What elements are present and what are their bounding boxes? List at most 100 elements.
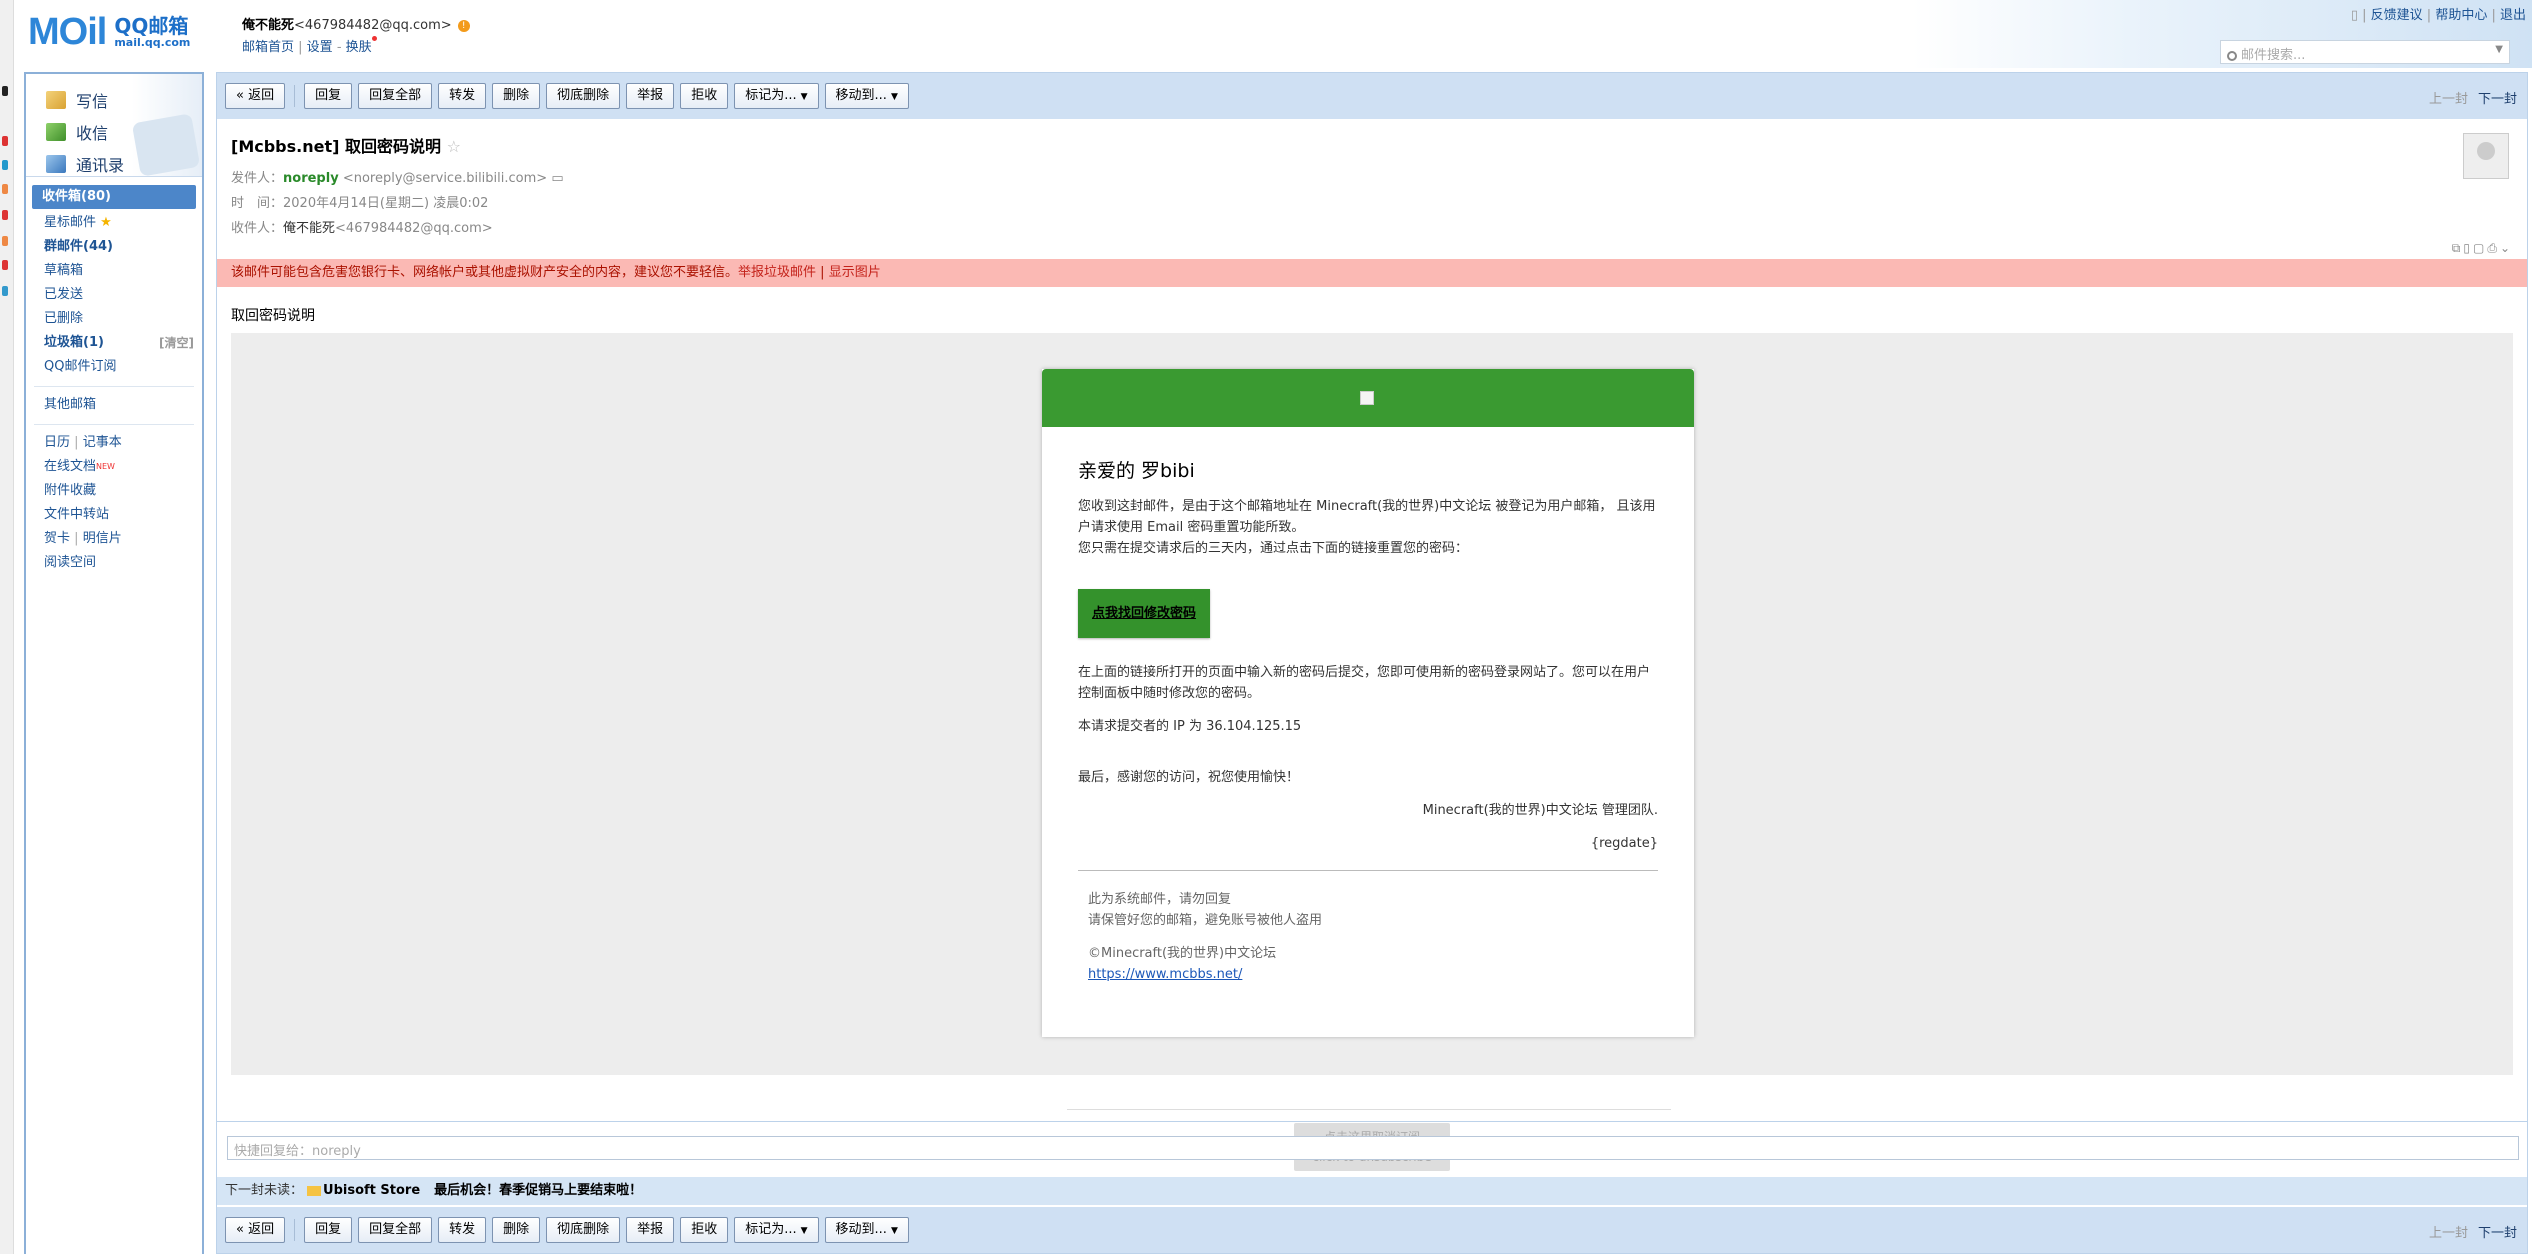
reply-button[interactable]: 回复 [304, 1217, 353, 1243]
next-unread-sender[interactable]: Ubisoft Store [323, 1183, 420, 1198]
other-mailboxes[interactable]: 其他邮箱 [26, 393, 202, 417]
recipient-name[interactable]: 俺不能死 [283, 221, 335, 236]
next-unread-label: 下一封未读： [225, 1183, 304, 1198]
attachment-favorites-link[interactable]: 附件收藏 [26, 479, 202, 503]
logo-title: QQ邮箱 [114, 13, 189, 38]
contact-card-icon[interactable]: ▭ [551, 171, 563, 186]
inbox-icon [46, 123, 66, 141]
move-to-dropdown[interactable]: 移动到... ▼ [824, 83, 909, 109]
move-to-dropdown[interactable]: 移动到... ▼ [824, 1217, 909, 1243]
sender-address: <noreply@service.bilibili.com> [342, 171, 548, 186]
report-button[interactable]: 举报 [626, 1217, 675, 1243]
folder-sent[interactable]: 已发送 [26, 283, 202, 307]
notes-link[interactable]: 记事本 [83, 435, 122, 450]
footer-note-1: 此为系统邮件，请勿回复 [1088, 892, 1232, 907]
sender-line: 发件人：noreply <noreply@service.bilibili.co… [231, 167, 2513, 186]
quick-actions: 写信 收信 通讯录 [26, 74, 202, 177]
email-canvas: 亲爱的 罗bibi 您收到这封邮件，是由于这个邮箱地址在 Minecraft(我… [231, 333, 2513, 1075]
chevron-down-icon: ▼ [890, 92, 898, 102]
email-footer: 此为系统邮件，请勿回复 请保管好您的邮箱，避免账号被他人盗用 ©Minecraf… [1078, 889, 1658, 985]
bottom-toolbar: « 返回 回复 回复全部 转发 删除 彻底删除 举报 拒收 标记为... ▼ 移动… [217, 1207, 2527, 1253]
delete-button[interactable]: 删除 [492, 1217, 541, 1243]
mark-as-dropdown[interactable]: 标记为... ▼ [734, 1217, 819, 1243]
new-window-icon[interactable]: ⧉ [2452, 241, 2464, 255]
mark-as-dropdown[interactable]: 标记为... ▼ [734, 83, 819, 109]
star-outline-icon[interactable]: ☆ [447, 137, 461, 156]
quick-reply-input[interactable]: 快捷回复给：noreply [227, 1136, 2519, 1160]
delete-permanently-button[interactable]: 彻底删除 [546, 1217, 621, 1243]
next-mail-link[interactable]: 下一封 [2478, 1226, 2517, 1241]
folder-group-mail[interactable]: 群邮件(44) [26, 235, 202, 259]
email-signature: Minecraft(我的世界)中文论坛 管理团队. [1422, 803, 1658, 818]
reject-button[interactable]: 拒收 [680, 1217, 729, 1243]
mcbbs-url-link[interactable]: https://www.mcbbs.net/ [1088, 967, 1242, 982]
next-unread-subject[interactable]: 最后机会！春季促销马上要结束啦！ [434, 1183, 642, 1198]
folder-deleted[interactable]: 已删除 [26, 307, 202, 331]
delete-button[interactable]: 删除 [492, 83, 541, 109]
forward-button[interactable]: 转发 [438, 83, 487, 109]
empty-spam-link[interactable]: [清空] [159, 331, 194, 355]
qq-mail-logo[interactable]: MOil QQ邮箱 mail.qq.com [28, 10, 190, 54]
postcard-link[interactable]: 明信片 [83, 531, 122, 546]
tool-cards-row: 贺卡 | 明信片 [44, 531, 122, 546]
mail-body: 取回密码说明 亲爱的 罗bibi 您收到这封邮件，是由于这个邮箱地址在 Mine… [217, 287, 2527, 1075]
report-button[interactable]: 举报 [626, 83, 675, 109]
reply-button[interactable]: 回复 [304, 83, 353, 109]
show-images-link[interactable]: 显示图片 [829, 265, 881, 280]
reject-button[interactable]: 拒收 [680, 83, 729, 109]
greeting-card-link[interactable]: 贺卡 [44, 531, 70, 546]
compose-button[interactable]: 写信 [46, 84, 202, 116]
phone-icon[interactable]: ▯ [2351, 8, 2358, 23]
top-links: ▯ | 反馈建议 | 帮助中心 | 退出 [2350, 8, 2526, 23]
folder-drafts[interactable]: 草稿箱 [26, 259, 202, 283]
pager: 上一封 下一封 [2429, 1222, 2517, 1241]
sender-name[interactable]: noreply [283, 171, 339, 186]
folder-inbox[interactable]: 收件箱(80) [32, 185, 196, 209]
email-greeting: 亲爱的 罗bibi [1078, 460, 1195, 482]
settings-link[interactable]: 设置 [307, 40, 333, 55]
warning-icon[interactable]: ! [457, 19, 470, 32]
next-mail-link[interactable]: 下一封 [2478, 92, 2517, 107]
forward-button[interactable]: 转发 [438, 1217, 487, 1243]
report-spam-link[interactable]: 举报垃圾邮件 [738, 265, 816, 280]
chevron-down-icon: ▼ [800, 92, 808, 102]
mail-search-input[interactable]: 邮件搜索... ▼ [2220, 40, 2510, 64]
user-email: <467984482@qq.com> [294, 18, 452, 33]
chevron-down-icon: ▼ [890, 1226, 898, 1236]
feedback-link[interactable]: 反馈建议 [2371, 8, 2423, 23]
tool-calendar-row: 日历 | 记事本 [44, 435, 122, 450]
note-icon[interactable]: ▯ [2463, 241, 2473, 255]
folder-qq-subscription[interactable]: QQ邮件订阅 [26, 355, 202, 379]
folder-spam[interactable]: 垃圾箱(1) [清空] [26, 331, 202, 355]
mail-header: [Mcbbs.net] 取回密码说明 ☆ 发件人：noreply <norepl… [217, 119, 2527, 259]
save-icon[interactable]: ▢ [2473, 241, 2487, 255]
prev-mail-link[interactable]: 上一封 [2429, 92, 2468, 107]
back-button[interactable]: « 返回 [225, 1217, 286, 1243]
chevron-down-icon[interactable]: ▼ [2495, 44, 2503, 55]
reply-all-button[interactable]: 回复全部 [358, 83, 433, 109]
help-link[interactable]: 帮助中心 [2435, 8, 2487, 23]
mailbox-home-link[interactable]: 邮箱首页 [242, 40, 294, 55]
reading-space-link[interactable]: 阅读空间 [26, 551, 202, 575]
reply-all-button[interactable]: 回复全部 [358, 1217, 433, 1243]
prev-mail-link[interactable]: 上一封 [2429, 1226, 2468, 1241]
reset-password-button[interactable]: 点我找回修改密码 [1078, 589, 1211, 638]
delete-permanently-button[interactable]: 彻底删除 [546, 83, 621, 109]
calendar-link[interactable]: 日历 [44, 435, 70, 450]
divider [34, 417, 194, 425]
expand-icon[interactable]: ⌄ [2500, 241, 2513, 255]
logout-link[interactable]: 退出 [2500, 8, 2526, 23]
next-unread-bar: 下一封未读： Ubisoft Store 最后机会！春季促销马上要结束啦！ [217, 1177, 2527, 1205]
skin-link[interactable]: 换肤 [346, 40, 372, 55]
print-icon[interactable]: ⎙ [2487, 241, 2500, 255]
folder-starred[interactable]: 星标邮件 ★ [26, 211, 202, 235]
warning-text: 该邮件可能包含危害您银行卡、网络帐户或其他虚拟财产安全的内容，建议您不要轻信。 [231, 265, 739, 280]
file-transfer-link[interactable]: 文件中转站 [26, 503, 202, 527]
compose-label: 写信 [76, 92, 109, 111]
email-banner [1042, 369, 1694, 427]
sender-avatar[interactable] [2463, 133, 2509, 179]
back-button[interactable]: « 返回 [225, 83, 286, 109]
quick-reply: 快捷回复给：noreply [217, 1121, 2527, 1165]
online-docs-link[interactable]: 在线文档NEW [26, 455, 202, 479]
divider [1067, 1109, 1671, 1110]
